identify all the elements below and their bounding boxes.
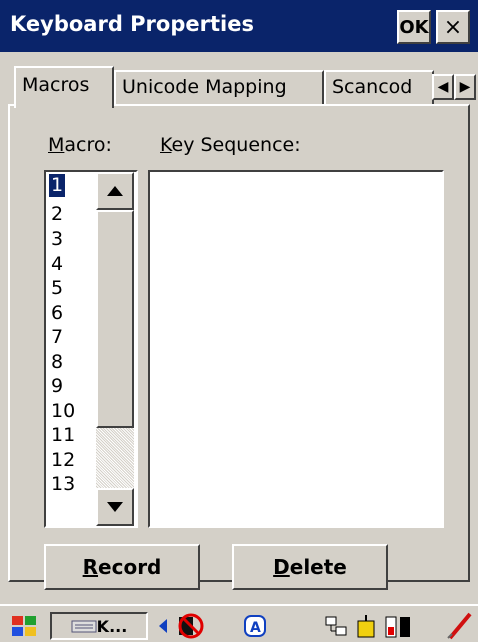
macro-item[interactable]: 10 [49, 400, 77, 423]
macro-item[interactable]: 11 [49, 424, 77, 447]
battery-charging-icon[interactable] [352, 612, 380, 640]
ok-button[interactable]: OK [397, 10, 431, 44]
title-bar: Keyboard Properties OK × [0, 0, 478, 52]
macro-item[interactable]: 6 [49, 302, 65, 325]
svg-text:A: A [250, 620, 261, 636]
key-sequence-label: Key Sequence: [160, 134, 301, 156]
tab-macros[interactable]: Macros [14, 66, 114, 108]
macro-item[interactable]: 5 [49, 277, 65, 300]
taskbar: K... A [0, 604, 478, 642]
start-icon[interactable] [4, 612, 44, 640]
stylus-icon[interactable] [444, 612, 474, 640]
delete-button[interactable]: Delete [232, 544, 388, 590]
tab-strip: Macros Unicode Mapping Scancod ◀ ▶ [0, 62, 478, 108]
macro-item[interactable]: 9 [49, 375, 65, 398]
key-sequence-field[interactable] [148, 170, 444, 528]
arrow-up-icon [107, 186, 123, 196]
taskbar-item-label: K... [96, 616, 128, 636]
macro-label: Macro: [48, 134, 112, 156]
volume-muted-icon[interactable] [154, 612, 210, 640]
close-button[interactable]: × [436, 10, 470, 44]
input-mode-icon[interactable]: A [240, 612, 270, 640]
macro-item[interactable]: 1 [47, 173, 67, 198]
tab-scroll-left-icon[interactable]: ◀ [432, 74, 454, 100]
window-title: Keyboard Properties [10, 12, 254, 36]
arrow-down-icon [107, 502, 123, 512]
tab-scancodes[interactable]: Scancod [324, 70, 434, 104]
record-button[interactable]: Record [44, 544, 200, 590]
macro-item[interactable]: 3 [49, 228, 65, 251]
scroll-down-button[interactable] [96, 488, 134, 526]
keyboard-icon [71, 620, 97, 633]
network-icon[interactable] [322, 612, 350, 640]
scroll-up-button[interactable] [96, 172, 134, 210]
taskbar-item-keyboard[interactable]: K... [50, 612, 148, 640]
macro-list-scrollbar[interactable] [96, 172, 136, 526]
scroll-thumb[interactable] [96, 210, 134, 428]
macro-item[interactable]: 2 [49, 203, 65, 226]
macro-item[interactable]: 8 [49, 351, 65, 374]
macro-item[interactable]: 7 [49, 326, 65, 349]
tab-scroll-right-icon[interactable]: ▶ [454, 74, 476, 100]
tab-unicode-mapping[interactable]: Unicode Mapping [114, 70, 324, 104]
macro-item[interactable]: 4 [49, 253, 65, 276]
battery-level-icon[interactable] [382, 612, 416, 640]
macro-item[interactable]: 13 [49, 473, 77, 496]
macro-item[interactable]: 12 [49, 449, 77, 472]
